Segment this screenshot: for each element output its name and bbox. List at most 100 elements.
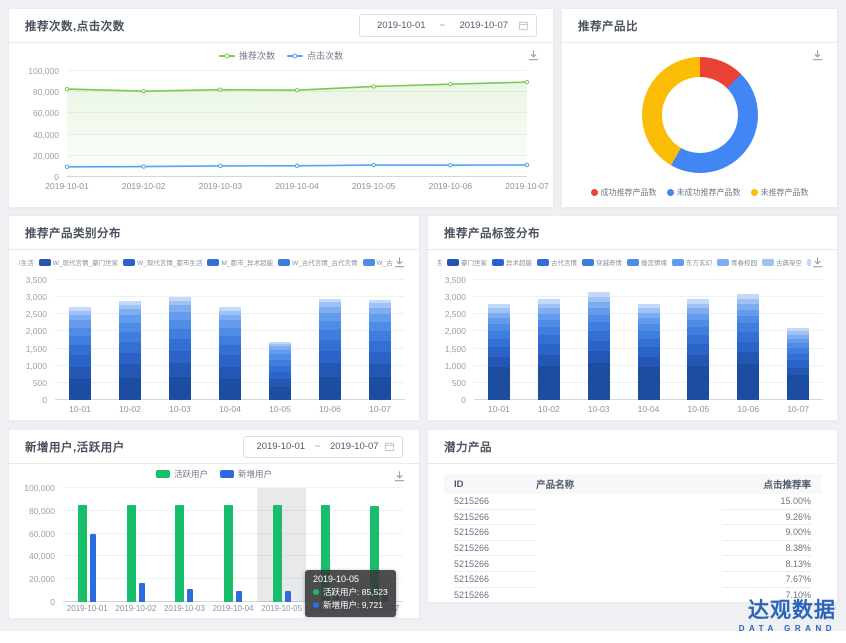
bar-segment xyxy=(219,379,241,400)
donut-chart[interactable] xyxy=(642,57,758,173)
legend-swatch-icon xyxy=(717,259,729,266)
y-axis-label: 60,000 xyxy=(15,108,59,118)
date-range-picker[interactable]: 2019-10-01 ~ 2019-10-07 xyxy=(243,436,403,458)
legend-item[interactable]: 婚恋情缘 xyxy=(627,257,667,267)
stacked-bar[interactable] xyxy=(119,301,141,400)
legend-swatch-icon xyxy=(220,470,234,478)
y-axis-label: 2,000 xyxy=(8,326,47,336)
legend-item[interactable]: 未成功推荐产品数 xyxy=(667,187,741,198)
legend-item[interactable]: 古典架空 xyxy=(762,257,802,267)
bar-slot xyxy=(160,488,209,602)
download-icon[interactable] xyxy=(811,256,824,269)
row-top: 推荐次数,点击次数 2019-10-01 ~ 2019-10-07 推荐次数点击… xyxy=(8,8,838,208)
bar-segment xyxy=(219,367,241,380)
stacked-bar[interactable] xyxy=(319,299,341,400)
grouped-bar[interactable] xyxy=(236,591,242,602)
legend-item[interactable]: 成功推荐产品数 xyxy=(591,187,657,198)
bar-segment xyxy=(488,367,510,400)
legend-item[interactable]: 豪门世家 xyxy=(447,257,487,267)
legend-item[interactable]: 推荐次数 xyxy=(219,49,275,62)
download-icon[interactable] xyxy=(811,49,824,62)
legend-item[interactable]: 新增用户 xyxy=(220,468,272,480)
x-axis-label: 10-04 xyxy=(624,404,674,414)
stacked-bar[interactable] xyxy=(787,328,809,400)
bar-segment xyxy=(687,320,709,327)
legend-item[interactable]: W_古代言情 xyxy=(363,257,394,267)
y-axis-label: 0 xyxy=(11,597,55,607)
date-start: 2019-10-01 xyxy=(367,20,436,31)
stacked-bar[interactable] xyxy=(588,292,610,400)
stacked-bar[interactable] xyxy=(269,342,291,400)
grouped-bar[interactable] xyxy=(90,534,96,603)
legend-item[interactable]: 未推荐产品数 xyxy=(751,187,809,198)
legend-item[interactable]: M_都市_都市生活 xyxy=(19,257,34,267)
tooltip-text: 新增用户: 9,721 xyxy=(323,599,383,612)
stacked-bar[interactable] xyxy=(737,294,759,400)
bar-segment xyxy=(488,331,510,339)
legend-swatch-icon xyxy=(627,259,639,266)
legend-label: 青春校园 xyxy=(731,257,757,267)
stacked-bar[interactable] xyxy=(538,299,560,400)
legend-item[interactable]: 穿越奇情 xyxy=(582,257,622,267)
bar-segment xyxy=(687,327,709,335)
download-icon[interactable] xyxy=(393,470,406,483)
y-axis-label: 1,500 xyxy=(427,344,466,354)
bar-segment xyxy=(538,366,560,400)
legend-item[interactable]: W_古代言情_古代言情 xyxy=(278,257,357,267)
legend-item[interactable]: 活跃用户 xyxy=(156,468,208,480)
grouped-bar[interactable] xyxy=(78,505,87,602)
stacked-bar[interactable] xyxy=(638,304,660,400)
legend-item[interactable]: W_现代言情_都市生活 xyxy=(123,257,202,267)
stacked-bar[interactable] xyxy=(369,300,391,400)
grouped-bar[interactable] xyxy=(285,591,291,602)
table-row[interactable]: 52152669.26% xyxy=(444,510,821,526)
legend-item[interactable]: M_都市_异术超能 xyxy=(207,257,273,267)
download-icon[interactable] xyxy=(393,256,406,269)
card-donut-header: 推荐产品比 xyxy=(562,9,837,43)
stacked-bar[interactable] xyxy=(687,299,709,400)
legend-item[interactable]: 东方玄幻 xyxy=(672,257,712,267)
y-axis-label: 2,000 xyxy=(427,326,466,336)
legend-item[interactable]: 异术超能 xyxy=(492,257,532,267)
bar-segment xyxy=(638,324,660,331)
bar-segment xyxy=(119,364,141,377)
bar-segment xyxy=(687,344,709,354)
stacked-bar[interactable] xyxy=(219,307,241,400)
stacked-bar[interactable] xyxy=(69,307,91,400)
x-axis-label: 2019-10-07 xyxy=(505,181,548,191)
table-row[interactable]: 52152667.67% xyxy=(444,572,821,588)
date-range-picker[interactable]: 2019-10-01 ~ 2019-10-07 xyxy=(359,14,537,37)
legend-dot-icon xyxy=(667,189,674,196)
bar-segment xyxy=(119,323,141,332)
grouped-bar[interactable] xyxy=(187,589,193,602)
legend-item[interactable]: W_现代言情_豪门世家 xyxy=(39,257,118,267)
bars-area xyxy=(55,280,405,400)
bar-slot xyxy=(355,280,405,400)
x-axis-label: 10-02 xyxy=(105,404,155,414)
grouped-bar[interactable] xyxy=(273,505,282,602)
legend-item[interactable]: 都市生活 xyxy=(438,257,442,267)
legend-label: M_都市_异术超能 xyxy=(221,257,273,267)
legend-item[interactable]: 古代言情 xyxy=(537,257,577,267)
grouped-bar[interactable] xyxy=(127,505,136,602)
y-axis-label: 100,000 xyxy=(15,66,59,76)
table-row[interactable]: 52152668.38% xyxy=(444,541,821,557)
table-row[interactable]: 52152669.00% xyxy=(444,525,821,541)
y-axis-label: 2,500 xyxy=(427,309,466,319)
bar-segment xyxy=(737,342,759,353)
x-axis-label: 2019-10-04 xyxy=(209,604,258,613)
download-icon[interactable] xyxy=(527,49,540,62)
grouped-bar[interactable] xyxy=(224,505,233,602)
grouped-bar[interactable] xyxy=(175,505,184,602)
card-table-title: 潜力产品 xyxy=(444,439,492,455)
table-row[interactable]: 52152668.13% xyxy=(444,556,821,572)
legend-item[interactable]: 点击次数 xyxy=(287,49,343,62)
legend-swatch-icon xyxy=(537,259,549,266)
table-row[interactable]: 521526615.00% xyxy=(444,494,821,510)
legend-item[interactable]: 青春校园 xyxy=(717,257,757,267)
grouped-bar[interactable] xyxy=(139,583,145,602)
stacked-bar[interactable] xyxy=(488,304,510,400)
stacked-bar[interactable] xyxy=(169,297,191,400)
series-dot-icon xyxy=(313,602,319,608)
card-potential-products: 潜力产品 ID产品名称点击推荐率521526615.00%52152669.26… xyxy=(427,429,838,603)
